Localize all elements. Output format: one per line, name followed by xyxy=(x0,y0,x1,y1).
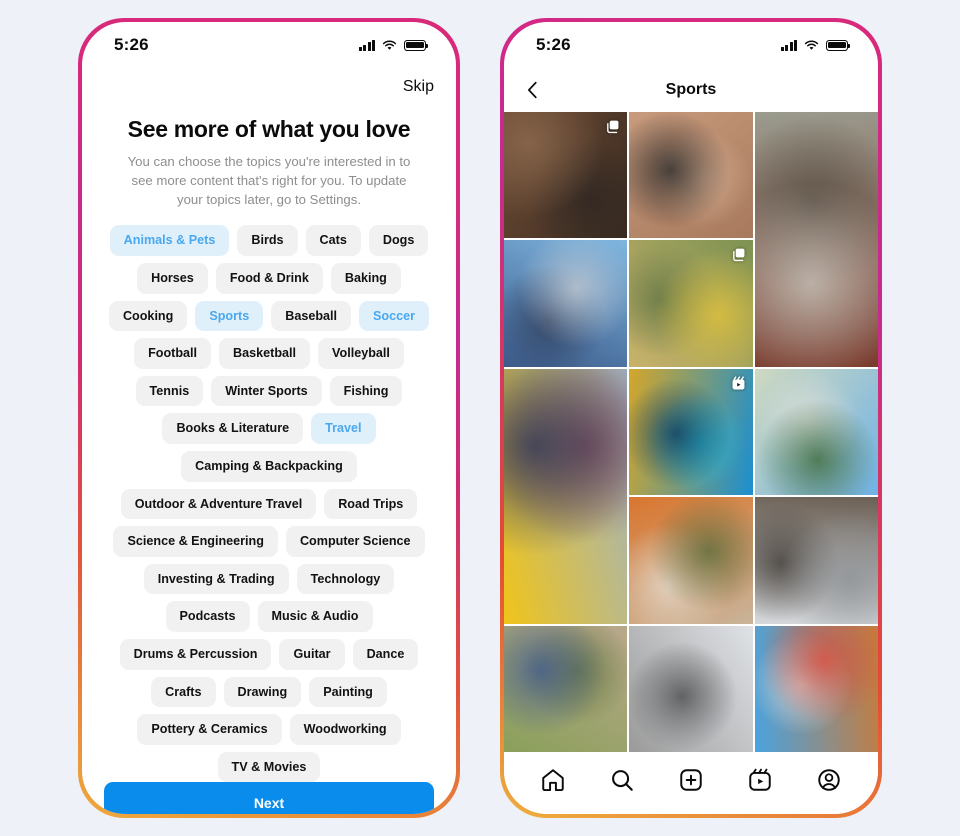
topic-chip[interactable]: TV & Movies xyxy=(217,751,321,783)
bottom-nav-bar xyxy=(504,752,878,814)
grid-media-cell[interactable] xyxy=(504,112,628,239)
topic-chip[interactable]: Travel xyxy=(311,413,376,444)
basketball-player-dribbling xyxy=(629,497,753,624)
status-bar-time: 5:26 xyxy=(114,35,149,54)
topic-chip[interactable]: Crafts xyxy=(151,676,216,708)
chevron-left-icon[interactable] xyxy=(522,79,544,101)
child-holding-basketball xyxy=(754,625,878,752)
topic-chip[interactable]: Baseball xyxy=(271,300,352,332)
search-icon[interactable] xyxy=(609,767,635,793)
topic-chip[interactable]: Tennis xyxy=(135,375,204,407)
grid-media-cell[interactable] xyxy=(504,240,628,367)
right-phone-frame: 5:26 Sports xyxy=(500,18,882,818)
person-jumping-in-forest xyxy=(754,497,878,624)
topic-chip[interactable]: Guitar xyxy=(279,638,345,670)
create-plus-icon[interactable] xyxy=(678,767,704,793)
skip-button[interactable]: Skip xyxy=(403,78,434,96)
topic-chip[interactable]: Technology xyxy=(296,563,395,595)
topic-chip[interactable]: Drawing xyxy=(223,676,302,708)
topic-chip[interactable]: Pottery & Ceramics xyxy=(137,714,282,745)
home-icon[interactable] xyxy=(540,767,566,793)
topic-chip[interactable]: Woodworking xyxy=(289,714,401,745)
topic-chip[interactable]: Soccer xyxy=(359,300,430,332)
carousel-icon xyxy=(607,120,619,134)
topic-chip[interactable]: Football xyxy=(134,338,212,369)
grid-media-cell[interactable] xyxy=(504,625,628,752)
topic-chip[interactable]: Winter Sports xyxy=(211,375,322,407)
topic-chip[interactable]: Books & Literature xyxy=(162,413,304,444)
topic-chip[interactable]: Fishing xyxy=(329,375,403,407)
page-title: See more of what you love xyxy=(127,116,411,142)
topic-chip[interactable]: Horses xyxy=(137,263,208,294)
battery-full-icon xyxy=(826,39,851,51)
topic-chip[interactable]: Dance xyxy=(352,638,419,670)
topic-chip[interactable]: Outdoor & Adventure Travel xyxy=(120,488,317,520)
topic-header-bar: Sports xyxy=(504,68,878,112)
grid-media-cell[interactable] xyxy=(629,112,753,239)
topic-chip[interactable]: Cooking xyxy=(108,300,188,332)
cellular-signal-icon xyxy=(780,39,797,51)
media-grid xyxy=(504,112,878,752)
two-skateboarders-ramp xyxy=(504,240,628,367)
topic-chip[interactable]: Investing & Trading xyxy=(143,563,289,595)
topic-chip[interactable]: Science & Engineering xyxy=(113,526,278,557)
wifi-icon xyxy=(382,40,397,50)
topic-chip[interactable]: Road Trips xyxy=(324,488,418,520)
status-bar-time: 5:26 xyxy=(536,35,571,54)
screenshot-stage: 5:26 Skip See more of what you love You … xyxy=(0,0,960,836)
profile-icon[interactable] xyxy=(816,767,842,793)
left-status-bar: 5:26 xyxy=(82,22,456,68)
status-bar-icons xyxy=(358,39,429,51)
left-phone-frame: 5:26 Skip See more of what you love You … xyxy=(78,18,460,818)
topic-chip[interactable]: Computer Science xyxy=(285,526,425,557)
status-bar-icons xyxy=(780,39,851,51)
skip-row: Skip xyxy=(82,68,456,96)
right-status-bar: 5:26 xyxy=(504,22,878,68)
topic-chip[interactable]: Sports xyxy=(195,300,264,332)
page-subtitle: You can choose the topics you're interes… xyxy=(127,154,411,208)
grid-media-cell[interactable] xyxy=(754,112,878,367)
tennis-player-serving xyxy=(754,368,878,496)
next-button-container: Next xyxy=(82,782,456,814)
reels-icon[interactable] xyxy=(747,767,773,793)
battery-full-icon xyxy=(404,39,429,51)
grid-media-cell[interactable] xyxy=(504,368,628,624)
carousel-icon xyxy=(732,248,745,262)
topic-chip[interactable]: Painting xyxy=(309,676,387,708)
soccer-ball-header xyxy=(504,368,628,624)
topic-chip[interactable]: Birds xyxy=(237,225,298,257)
grid-media-cell[interactable] xyxy=(629,625,753,752)
grid-media-cell[interactable] xyxy=(629,497,753,624)
grid-media-cell[interactable] xyxy=(629,368,753,496)
topic-chip[interactable]: Animals & Pets xyxy=(109,225,230,257)
right-phone-screen: 5:26 Sports xyxy=(504,22,878,814)
topic-chip[interactable]: Drums & Percussion xyxy=(119,638,272,670)
topic-chip[interactable]: Baking xyxy=(330,263,401,294)
topic-chip[interactable]: Dogs xyxy=(368,225,429,257)
reels-icon xyxy=(732,376,745,390)
topic-chip[interactable]: Volleyball xyxy=(318,338,404,369)
skateboarder-shadow xyxy=(629,625,753,752)
topic-title: Sports xyxy=(665,81,717,98)
grid-media-cell[interactable] xyxy=(754,368,878,496)
grid-media-cell[interactable] xyxy=(754,625,878,752)
left-phone-screen: 5:26 Skip See more of what you love You … xyxy=(82,22,456,814)
child-riding-bmx-bike xyxy=(504,625,628,752)
topic-chip[interactable]: Music & Audio xyxy=(257,601,373,632)
topic-chip[interactable]: Podcasts xyxy=(165,601,250,632)
dancer-split-jump-stairwell xyxy=(754,112,878,367)
topic-chip[interactable]: Food & Drink xyxy=(215,263,323,294)
grid-media-cell[interactable] xyxy=(754,497,878,624)
next-button[interactable]: Next xyxy=(104,782,434,814)
grid-media-cell[interactable] xyxy=(629,240,753,367)
topic-chip-list: Animals & Pets Birds Cats Dogs Horses Food & … xyxy=(82,225,456,783)
topic-chip[interactable]: Camping & Backpacking xyxy=(181,450,357,482)
topic-chip[interactable]: Cats xyxy=(305,225,361,257)
cellular-signal-icon xyxy=(358,39,375,51)
skateboard-trick-jump xyxy=(629,112,753,239)
topic-chip[interactable]: Basketball xyxy=(219,338,311,369)
wifi-icon xyxy=(804,40,819,50)
